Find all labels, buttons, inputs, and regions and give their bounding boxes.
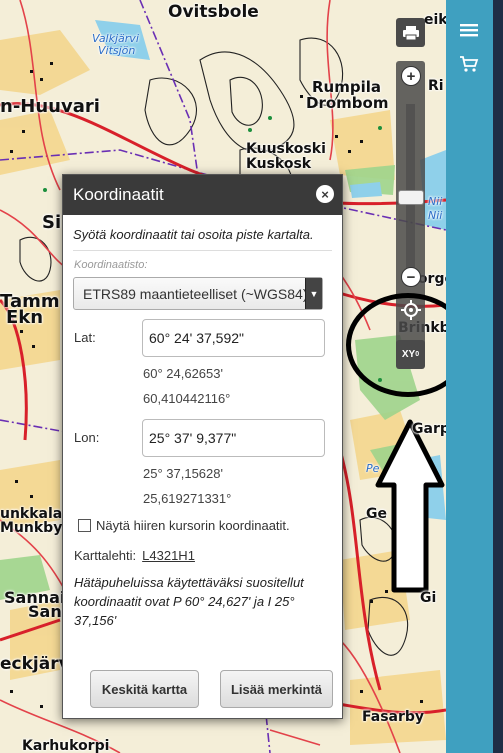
center-map-button[interactable]: Keskitä kartta [90, 670, 199, 708]
map-label: n-Huuvari [0, 96, 100, 117]
hamburger-menu-icon [460, 24, 478, 37]
map-label: eckjärv [0, 654, 70, 674]
lat-decimal-degrees: 60,410442116° [143, 391, 231, 406]
dialog-header[interactable]: Koordinaatit × [63, 175, 342, 215]
lat-row: Lat: [63, 319, 342, 359]
map-label: Nii [428, 195, 443, 208]
lat-input[interactable] [142, 319, 325, 357]
zoom-slider-handle[interactable] [398, 190, 424, 205]
map-label: Kuuskoski [246, 141, 326, 157]
close-icon[interactable]: × [316, 185, 334, 203]
cart-button[interactable] [455, 50, 483, 78]
window-edge [493, 0, 503, 753]
locate-button[interactable] [396, 295, 425, 324]
lon-degrees-minutes: 25° 37,15628' [143, 466, 223, 481]
right-sidebar [446, 0, 493, 753]
map-label: Ge [366, 506, 387, 522]
menu-button[interactable] [455, 16, 483, 44]
map-label: Karhukorpi [22, 738, 110, 753]
map-sheet-link[interactable]: L4321H1 [142, 548, 195, 563]
map-label: Garp [412, 421, 446, 437]
crs-label: Koordinaatisto: [74, 259, 148, 271]
map-label: Vitsjön [98, 44, 136, 57]
coordinates-xy-button[interactable]: XY 0 [396, 340, 425, 369]
map-sheet-row: Karttalehti: L4321H1 [63, 533, 342, 563]
lon-input[interactable] [142, 419, 325, 457]
coordinates-dialog: Koordinaatit × Syötä koordinaatit tai os… [62, 174, 343, 719]
zoom-in-button[interactable]: + [401, 66, 421, 86]
chevron-down-icon: ▼ [305, 278, 322, 309]
add-marker-button[interactable]: Lisää merkintä [220, 670, 333, 708]
map-label: Gi [420, 590, 437, 606]
map-label: Nii [428, 209, 443, 222]
print-button[interactable] [396, 18, 425, 47]
lon-label: Lon: [74, 430, 100, 445]
map-label: Drombom [306, 94, 389, 112]
printer-icon [402, 25, 419, 40]
cursor-coordinates-option: Näytä hiiren kursorin koordinaatit. [63, 511, 342, 533]
map-label: Munkby [0, 520, 63, 536]
lat-degrees-minutes: 60° 24,62653' [143, 366, 223, 381]
zoom-out-button[interactable]: − [401, 267, 421, 287]
crs-selected-value: ETRS89 maantieteelliset (~WGS84) [83, 285, 307, 302]
xy-degree: 0 [415, 351, 420, 358]
map-sheet-label: Karttalehti: [74, 548, 137, 563]
map-label: eik [424, 12, 446, 28]
crosshair-locate-icon [400, 299, 421, 320]
shopping-cart-icon [460, 56, 479, 72]
map-toolbar: + − XY 0 [396, 18, 425, 369]
dialog-intro-text: Syötä koordinaatit tai osoita piste kart… [73, 227, 314, 242]
cursor-coordinates-label: Näytä hiiren kursorin koordinaatit. [96, 518, 290, 533]
map-label: Kuskosk [246, 156, 312, 172]
map-label: Ri [428, 78, 444, 94]
emergency-coordinates-text: Hätäpuheluissa käytettäväksi suositellut… [74, 575, 304, 628]
xy-label: XY [401, 349, 416, 360]
cursor-coordinates-checkbox[interactable] [78, 519, 91, 532]
dialog-buttons: Keskitä kartta Lisää merkintä [63, 670, 342, 710]
map-label: Si [42, 212, 62, 233]
crs-select[interactable]: ETRS89 maantieteelliset (~WGS84) ▼ [73, 277, 323, 310]
map-label: Fasarby [362, 709, 425, 725]
map-label: Ekn [6, 307, 44, 328]
dialog-title: Koordinaatit [73, 185, 164, 204]
map-label: Pe [366, 462, 380, 475]
lat-label: Lat: [74, 330, 96, 345]
map-label: Ovitsbole [168, 2, 259, 22]
lon-row: Lon: [63, 419, 342, 459]
lon-decimal-degrees: 25,619271331° [143, 491, 232, 506]
